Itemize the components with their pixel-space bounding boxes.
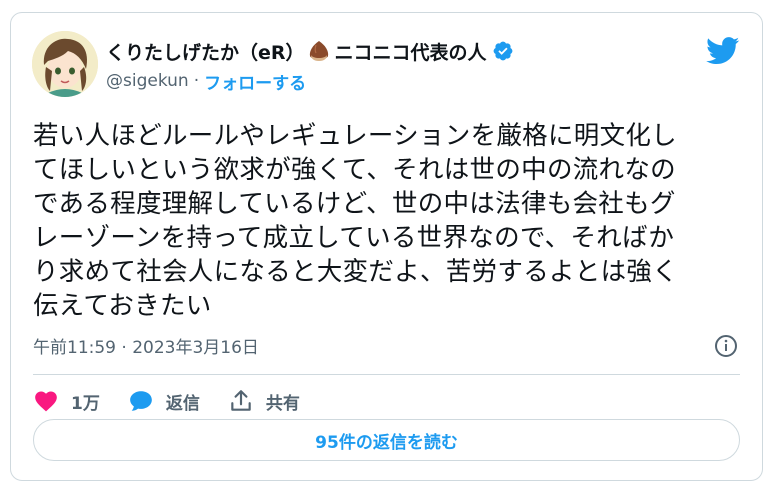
chestnut-icon	[307, 40, 331, 62]
author-handle-row: @sigekun · フォローする	[106, 69, 306, 94]
share-label: 共有	[265, 393, 300, 414]
tweet-text-line: 伝えておきたい	[33, 291, 212, 321]
info-icon[interactable]	[714, 334, 738, 358]
reply-bubble-icon	[130, 391, 152, 411]
twitter-bird-icon[interactable]	[706, 37, 740, 65]
like-count: 1万	[71, 393, 100, 414]
avatar[interactable]	[32, 31, 98, 97]
author-name-suffix[interactable]: ニコニコ代表の人	[335, 38, 487, 65]
tweet-timestamp[interactable]: 午前11:59 · 2023年3月16日	[33, 333, 259, 358]
share-icon	[231, 390, 251, 411]
read-replies-button[interactable]: 95件の返信を読む	[33, 419, 740, 461]
tweet-text-line: である程度理解しているけど、世の中は法律も会社もグ	[33, 189, 676, 219]
share-button[interactable]: 共有	[228, 388, 300, 414]
author-display-name[interactable]: くりたしげたか（eR）	[106, 38, 305, 65]
separator: ·	[193, 71, 200, 91]
tweet-text: 若い人ほどルールやレギュレーションを厳格に明文化し てほしいという欲求が強くて、…	[33, 119, 745, 323]
tweet-text-line: り求めて社会人になると大変だよ、苦労するよとは強く	[33, 257, 679, 287]
author-handle[interactable]: @sigekun	[106, 71, 189, 91]
tweet-card: くりたしげたか（eR） ニコニコ代表の人 @sigekun · フォローする 若	[10, 12, 763, 481]
reply-button[interactable]: 返信	[128, 388, 200, 414]
author-name-row[interactable]: くりたしげたか（eR） ニコニコ代表の人	[106, 37, 514, 65]
tweet-actions: 1万 返信 共有	[33, 381, 328, 421]
tweet-text-line: てほしいという欲求が強くて、それは世の中の流れなの	[33, 155, 676, 185]
verified-badge-icon	[492, 40, 514, 62]
heart-icon	[35, 391, 57, 412]
reply-label: 返信	[165, 393, 200, 414]
tweet-text-line: レーゾーンを持って成立している世界なので、そればか	[33, 223, 675, 253]
divider	[33, 374, 740, 375]
tweet-text-line: 若い人ほどルールやレギュレーションを厳格に明文化し	[33, 121, 677, 151]
like-button[interactable]: 1万	[33, 388, 100, 414]
follow-button[interactable]: フォローする	[204, 69, 306, 94]
